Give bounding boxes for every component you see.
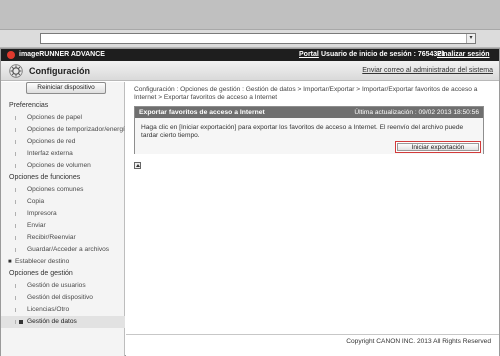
panel-title: Exportar favoritos de acceso a Internet [139, 109, 265, 116]
address-input[interactable]: ▾ [40, 33, 476, 44]
sidebar-item-user-management[interactable]: Gestión de usuarios [1, 280, 125, 292]
sidebar-item-store-access-files[interactable]: Guardar/Acceder a archivos [1, 244, 125, 256]
sidebar: Reiniciar dispositivo Preferencias Opcio… [1, 82, 125, 356]
sidebar-item-receive-forward[interactable]: Recibir/Reenviar [1, 232, 125, 244]
breadcrumb: Configuración : Opciones de gestión : Ge… [134, 86, 478, 101]
browser-address-bar: ▾ [0, 30, 500, 48]
export-panel: Exportar favoritos de acceso a Internet … [134, 106, 484, 154]
sidebar-nav: Preferencias Opciones de papel Opciones … [1, 100, 125, 328]
sidebar-item-timer-energy[interactable]: Opciones de temporizador/energía [1, 124, 125, 136]
top-bar: imageRUNNER ADVANCE Portal Usuario de in… [1, 49, 499, 61]
page-header: Configuración Enviar correo al administr… [1, 61, 499, 81]
sidebar-item-data-management[interactable]: Gestión de datos [1, 316, 125, 328]
start-export-button[interactable]: Iniciar exportación [395, 141, 481, 153]
sidebar-item-set-destination[interactable]: ■ Establecer destino [1, 256, 125, 268]
back-to-top-icon[interactable] [134, 162, 141, 169]
export-instructions: Haga clic en [Iniciar exportación] para … [141, 124, 464, 139]
active-bullet-icon [19, 320, 23, 324]
email-admin-link[interactable]: Enviar correo al administrador del siste… [362, 67, 493, 74]
sidebar-item-send[interactable]: Enviar [1, 220, 125, 232]
remote-ui-window: imageRUNNER ADVANCE Portal Usuario de in… [0, 48, 500, 356]
nav-heading-function-settings: Opciones de funciones [9, 174, 81, 181]
sidebar-item-copy[interactable]: Copia [1, 196, 125, 208]
sidebar-item-paper[interactable]: Opciones de papel [1, 112, 125, 124]
sidebar-item-label: Gestión de datos [27, 318, 77, 325]
restart-device-button[interactable]: Reiniciar dispositivo [26, 82, 106, 94]
sidebar-item-label: Establecer destino [15, 258, 70, 265]
settings-icon [9, 64, 23, 78]
copyright: Copyright CANON INC. 2013 All Rights Res… [346, 338, 491, 345]
sidebar-item-device-management[interactable]: Gestión del dispositivo [1, 292, 125, 304]
expand-icon: ■ [8, 259, 12, 265]
address-dropdown-icon[interactable]: ▾ [466, 34, 475, 43]
portal-link[interactable]: Portal [299, 50, 319, 60]
footer: Copyright CANON INC. 2013 All Rights Res… [126, 334, 499, 356]
product-name: imageRUNNER ADVANCE [19, 51, 105, 58]
sidebar-item-network[interactable]: Opciones de red [1, 136, 125, 148]
logo-icon [7, 51, 15, 59]
main-content: Configuración : Opciones de gestión : Ge… [126, 82, 499, 334]
panel-body: Haga clic en [Iniciar exportación] para … [135, 118, 483, 154]
nav-heading-preferences: Preferencias [9, 102, 49, 109]
sidebar-item-license-other[interactable]: Licencias/Otro [1, 304, 125, 316]
page-title: Configuración [29, 66, 90, 76]
browser-toolbar [0, 0, 500, 30]
start-export-label: Iniciar exportación [397, 143, 479, 151]
nav-heading-management-settings: Opciones de gestión [9, 270, 73, 277]
panel-header: Exportar favoritos de acceso a Internet … [135, 107, 483, 118]
logout-link[interactable]: Finalizar sesión [437, 50, 490, 60]
sidebar-item-common[interactable]: Opciones comunes [1, 184, 125, 196]
sidebar-item-printer[interactable]: Impresora [1, 208, 125, 220]
sidebar-item-external-interface[interactable]: Interfaz externa [1, 148, 125, 160]
login-user-info: Usuario de inicio de sesión : 7654321 [321, 51, 446, 58]
sidebar-item-volume[interactable]: Opciones de volumen [1, 160, 125, 172]
last-updated: Última actualización : 09/02 2013 18:50:… [354, 109, 479, 116]
